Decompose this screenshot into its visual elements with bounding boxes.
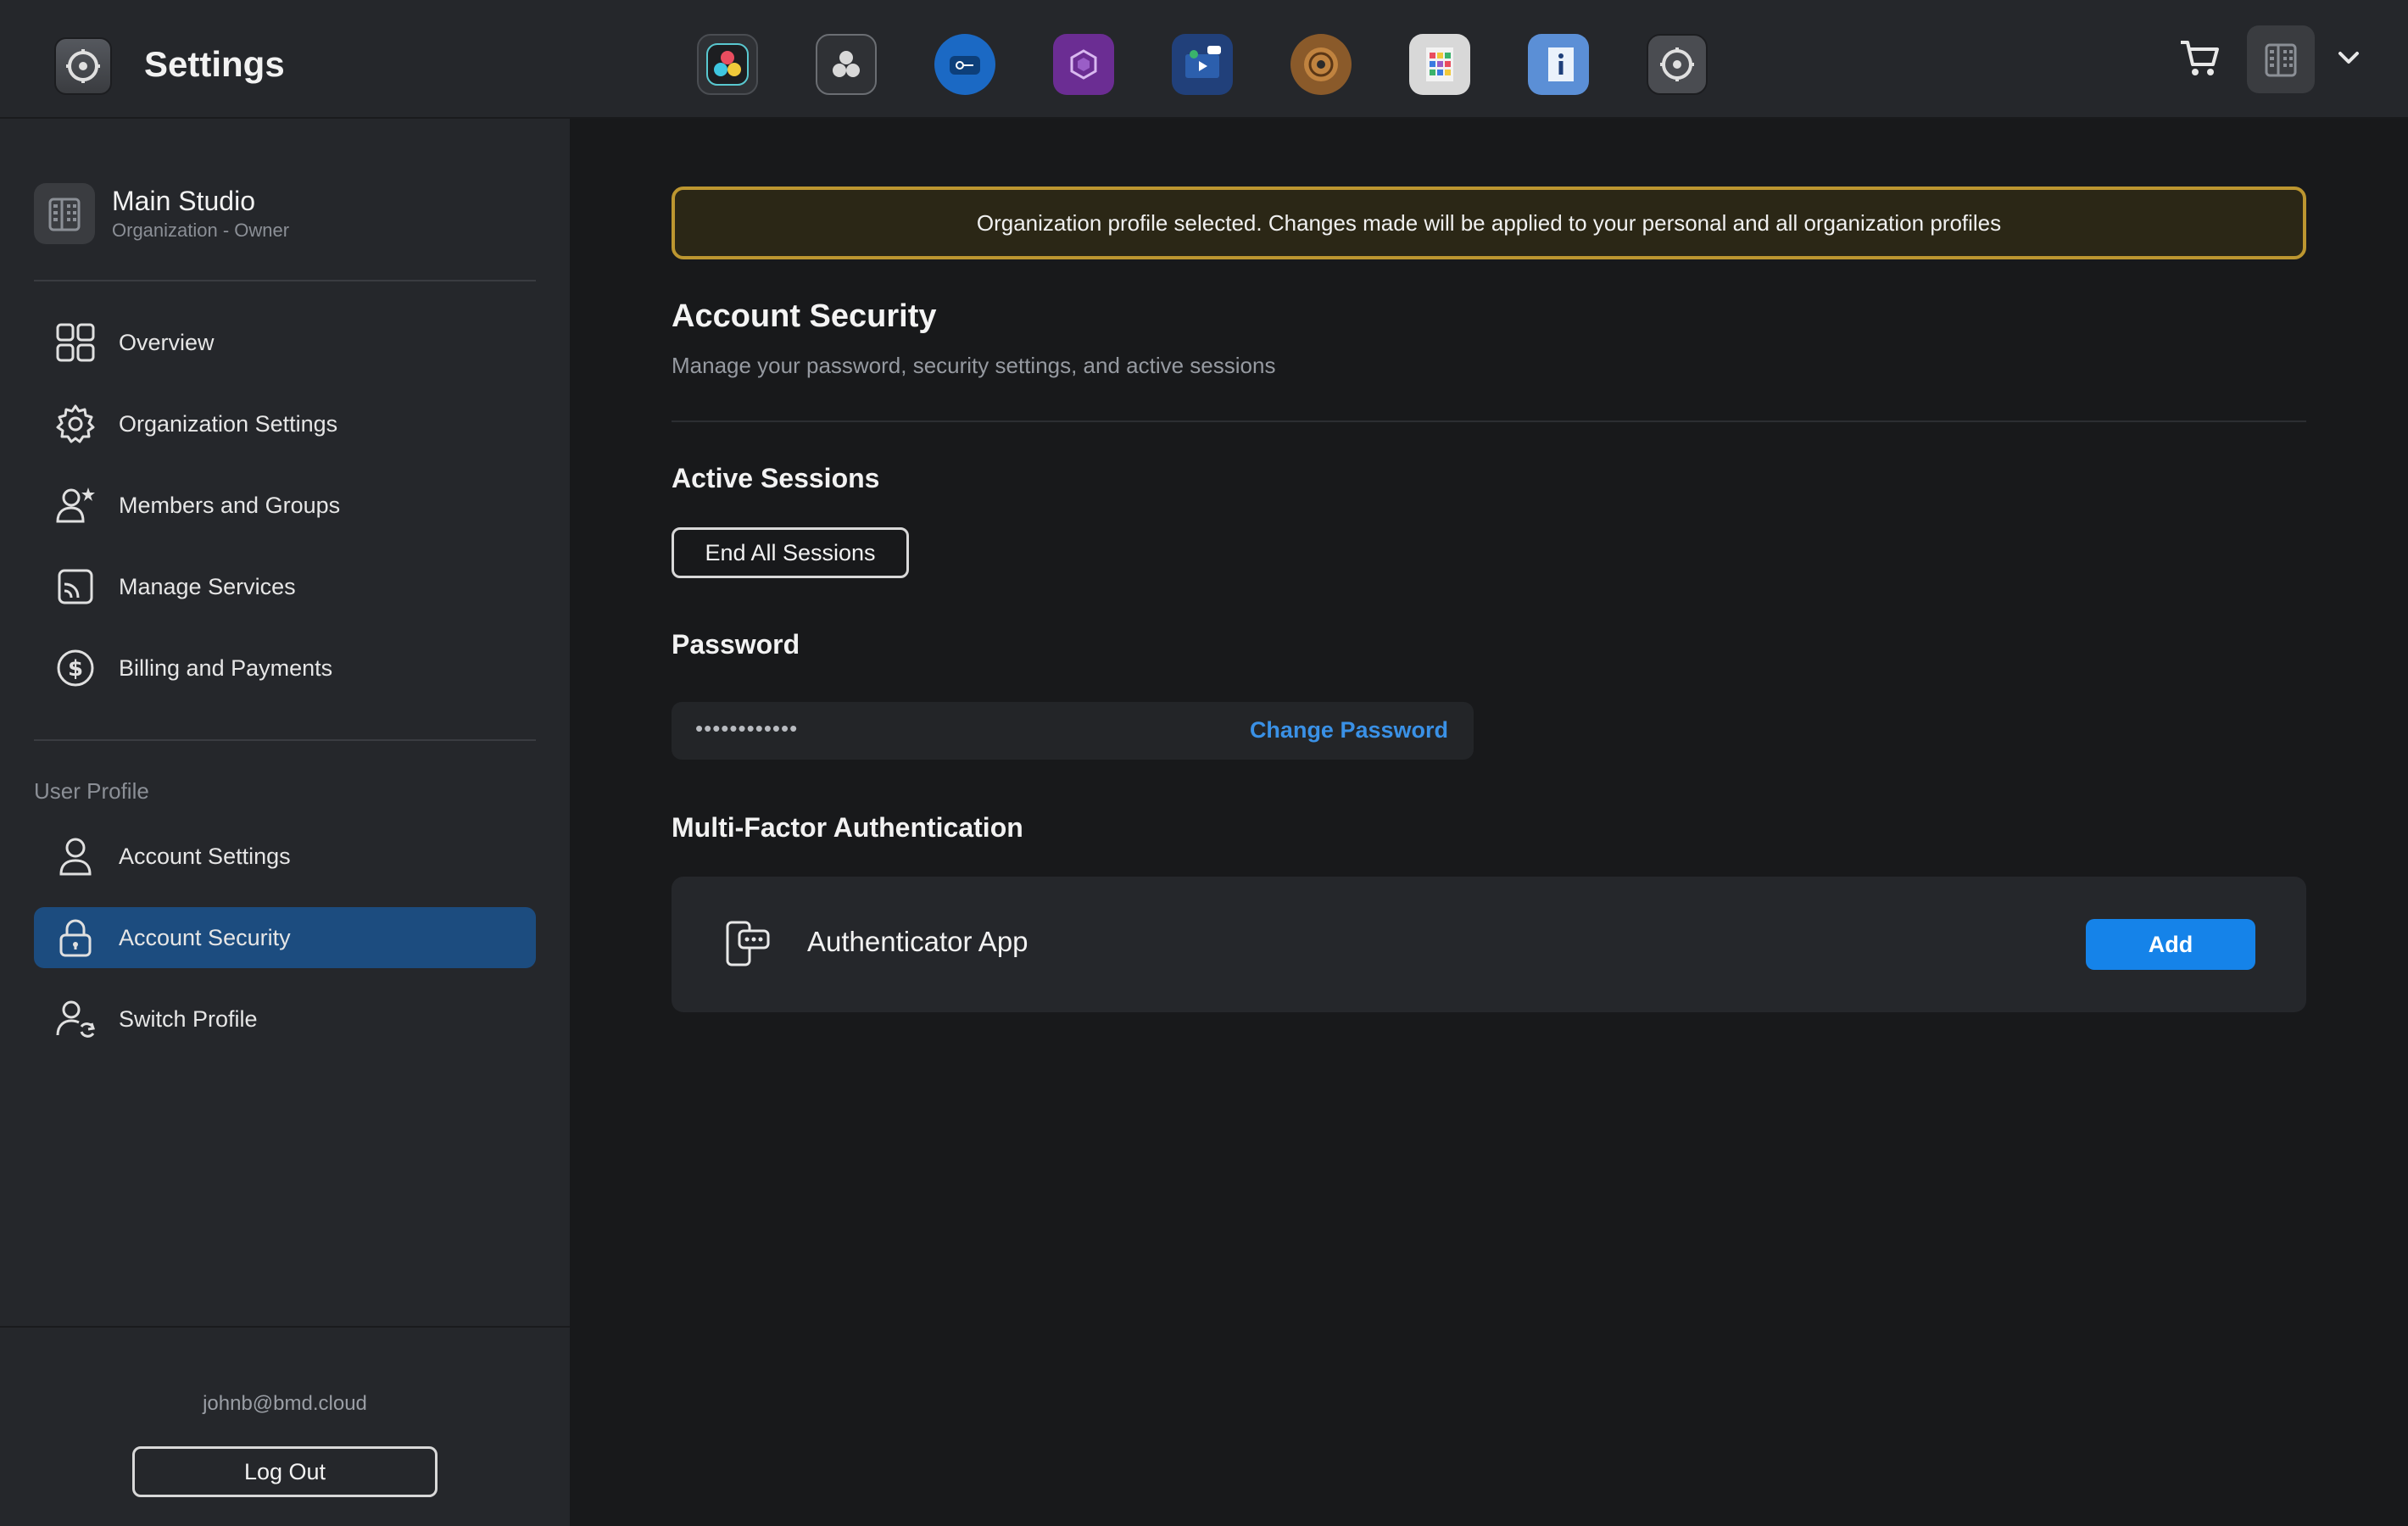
sidebar-item-label: Billing and Payments — [119, 654, 333, 681]
sidebar-footer: johnb@bmd.cloud Log Out — [0, 1326, 570, 1526]
page-title: Account Security — [672, 298, 937, 334]
cube-icon[interactable] — [1053, 34, 1114, 95]
app-dock — [697, 34, 1708, 95]
page-subtitle: Manage your password, security settings,… — [672, 353, 1276, 378]
svg-text:$: $ — [68, 656, 83, 682]
change-password-link[interactable]: Change Password — [1250, 717, 1448, 744]
end-all-sessions-button[interactable]: End All Sessions — [672, 527, 909, 578]
speaker-icon[interactable] — [1290, 34, 1352, 95]
sidebar-item-account-security[interactable]: Account Security — [34, 907, 536, 968]
sidebar-item-members-and-groups[interactable]: Members and Groups — [34, 475, 536, 536]
add-authenticator-button[interactable]: Add — [2086, 919, 2255, 970]
presentation-icon[interactable] — [1172, 34, 1233, 95]
main-content: Organization profile selected. Changes m… — [570, 119, 2408, 1526]
authenticator-app-label: Authenticator App — [807, 926, 1028, 957]
grid-document-icon[interactable] — [1409, 34, 1470, 95]
org-name: Main Studio — [112, 186, 255, 216]
masked-password: •••••••••••• — [695, 716, 799, 741]
sidebar-item-label: Overview — [119, 329, 215, 355]
building-icon — [34, 183, 95, 244]
resolve-icon[interactable] — [697, 34, 758, 95]
sidebar-item-label: Members and Groups — [119, 492, 341, 518]
mfa-heading: Multi-Factor Authentication — [672, 812, 1023, 843]
chevron-down-icon[interactable] — [2333, 42, 2364, 73]
user-nav: Account Settings Account Security Switch… — [34, 826, 536, 1070]
sidebar-item-organization-settings[interactable]: Organization Settings — [34, 393, 536, 454]
mfa-method-card: Authenticator App Add — [672, 877, 2306, 1012]
sidebar-item-label: Account Security — [119, 924, 291, 950]
org-nav: Overview Organization Settings Members a… — [34, 312, 536, 719]
org-header: Main Studio Organization - Owner — [34, 183, 289, 244]
divider — [672, 420, 2306, 422]
cast-icon — [54, 565, 97, 608]
cart-icon[interactable] — [2177, 36, 2221, 80]
building-icon — [2265, 43, 2297, 77]
fusion-icon[interactable] — [816, 34, 877, 95]
user-email: johnb@bmd.cloud — [203, 1392, 367, 1415]
sidebar-item-account-settings[interactable]: Account Settings — [34, 826, 536, 887]
sidebar-item-label: Switch Profile — [119, 1005, 258, 1032]
gear-icon — [54, 403, 97, 445]
settings-app-logo-icon — [54, 37, 112, 95]
settings-gear-icon[interactable] — [1647, 34, 1708, 95]
org-role: Organization - Owner — [112, 220, 290, 241]
active-sessions-heading: Active Sessions — [672, 463, 880, 493]
sidebar-item-billing-and-payments[interactable]: $ Billing and Payments — [34, 638, 536, 699]
authenticator-app-icon — [722, 919, 773, 970]
log-out-button[interactable]: Log Out — [132, 1446, 438, 1497]
sidebar-item-label: Manage Services — [119, 573, 296, 599]
info-document-icon[interactable] — [1528, 34, 1589, 95]
key-icon[interactable] — [934, 34, 995, 95]
switch-user-icon — [54, 998, 97, 1040]
sidebar-item-manage-services[interactable]: Manage Services — [34, 556, 536, 617]
user-icon — [54, 835, 97, 877]
password-field: •••••••••••• Change Password — [672, 702, 1474, 760]
sidebar: Main Studio Organization - Owner Overvie… — [0, 119, 570, 1526]
user-star-icon — [54, 484, 97, 526]
sidebar-item-overview[interactable]: Overview — [34, 312, 536, 373]
sidebar-item-label: Account Settings — [119, 843, 291, 869]
sidebar-item-label: Organization Settings — [119, 410, 338, 437]
lock-icon — [54, 916, 97, 959]
password-heading: Password — [672, 629, 800, 660]
top-bar: Settings — [0, 0, 2408, 119]
sidebar-item-switch-profile[interactable]: Switch Profile — [34, 989, 536, 1050]
divider — [34, 739, 536, 741]
dollar-icon: $ — [54, 647, 97, 689]
org-profile-banner: Organization profile selected. Changes m… — [672, 187, 2306, 259]
profile-switcher-button[interactable] — [2247, 25, 2315, 93]
divider — [34, 280, 536, 281]
grid-icon — [54, 321, 97, 364]
app-title: Settings — [144, 44, 285, 84]
user-profile-section-label: User Profile — [34, 778, 149, 804]
